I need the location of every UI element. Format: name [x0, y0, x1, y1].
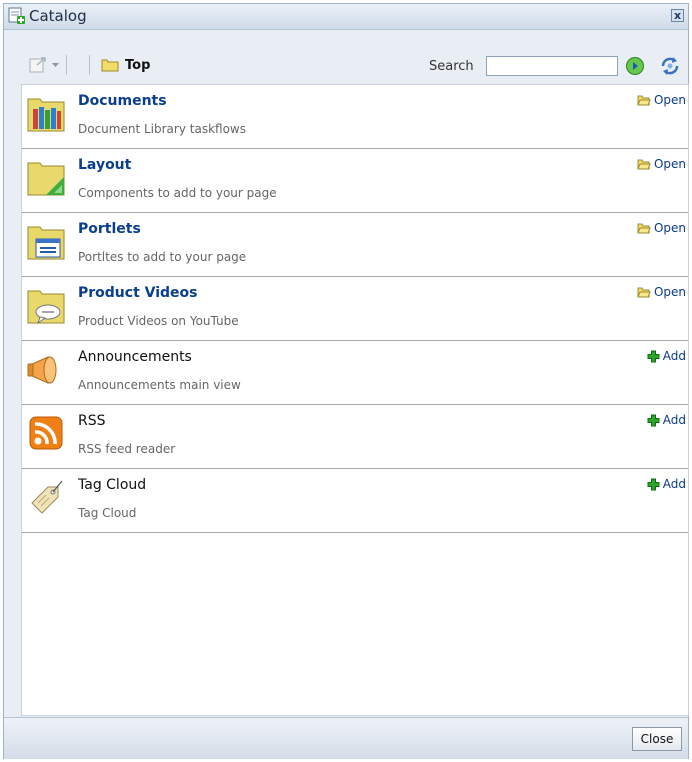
rss-icon [29, 416, 63, 450]
item-title: Tag Cloud [78, 477, 147, 493]
catalog-toolbar: Top Search [17, 51, 687, 79]
toolbar-divider [89, 55, 90, 75]
open-label: Open [653, 157, 686, 171]
dialog-titlebar: Catalog x [4, 4, 688, 30]
catalog-dialog: Catalog x Top Search Documents Document … [3, 3, 689, 759]
item-title: RSS [78, 413, 106, 429]
videos-folder-icon [27, 290, 65, 325]
add-label: Add [662, 477, 686, 491]
document-library-folder-icon [27, 98, 65, 132]
list-item: Tag Cloud Tag Cloud Add [22, 469, 688, 533]
list-item: Layout Components to add to your page Op… [22, 149, 688, 213]
item-title[interactable]: Product Videos [78, 285, 198, 301]
list-item: Product Videos Product Videos on YouTube… [22, 277, 688, 341]
open-button[interactable]: Open [637, 93, 686, 107]
list-item: Portlets Portltes to add to your page Op… [22, 213, 688, 277]
breadcrumb-top[interactable]: Top [125, 58, 150, 73]
item-title[interactable]: Layout [78, 157, 131, 173]
add-button[interactable]: Add [647, 477, 686, 491]
open-label: Open [653, 285, 686, 299]
close-button[interactable]: Close [632, 727, 682, 751]
item-description: RSS feed reader [78, 442, 176, 456]
plus-icon [647, 478, 660, 490]
add-label: Add [662, 413, 686, 427]
search-go-icon[interactable] [625, 56, 645, 76]
dialog-title: Catalog [29, 7, 87, 25]
open-button[interactable]: Open [637, 285, 686, 299]
dialog-footer: Close [4, 717, 688, 759]
catalog-add-icon [8, 7, 25, 24]
open-button[interactable]: Open [637, 157, 686, 171]
item-description: Announcements main view [78, 378, 241, 392]
search-input[interactable] [486, 56, 618, 76]
folder-open-icon [637, 95, 651, 105]
item-description: Product Videos on YouTube [78, 314, 239, 328]
folder-open-icon [637, 223, 651, 233]
open-label: Open [653, 93, 686, 107]
tag-icon [31, 480, 63, 514]
layout-folder-icon [27, 162, 65, 196]
new-item-icon[interactable] [29, 56, 49, 74]
open-button[interactable]: Open [637, 221, 686, 235]
chevron-down-icon[interactable] [51, 61, 60, 69]
item-title[interactable]: Portlets [78, 221, 141, 237]
add-button[interactable]: Add [647, 349, 686, 363]
list-item: RSS RSS feed reader Add [22, 405, 688, 469]
item-title[interactable]: Documents [78, 93, 167, 109]
catalog-list: Documents Document Library taskflows Ope… [21, 84, 689, 716]
folder-open-icon [637, 287, 651, 297]
item-title: Announcements [78, 349, 192, 365]
plus-icon [647, 350, 660, 362]
megaphone-icon [27, 356, 57, 384]
list-item: Documents Document Library taskflows Ope… [22, 85, 688, 149]
toolbar-divider [66, 55, 67, 75]
search-label: Search [429, 59, 474, 74]
add-button[interactable]: Add [647, 413, 686, 427]
add-label: Add [662, 349, 686, 363]
refresh-icon[interactable] [659, 55, 681, 77]
folder-open-icon [637, 159, 651, 169]
list-item: Announcements Announcements main view Ad… [22, 341, 688, 405]
item-description: Components to add to your page [78, 186, 277, 200]
folder-icon[interactable] [101, 58, 119, 72]
portlets-folder-icon [27, 226, 65, 260]
open-label: Open [653, 221, 686, 235]
plus-icon [647, 414, 660, 426]
close-icon[interactable]: x [671, 9, 684, 22]
item-description: Document Library taskflows [78, 122, 246, 136]
item-description: Portltes to add to your page [78, 250, 247, 264]
item-description: Tag Cloud [78, 506, 137, 520]
